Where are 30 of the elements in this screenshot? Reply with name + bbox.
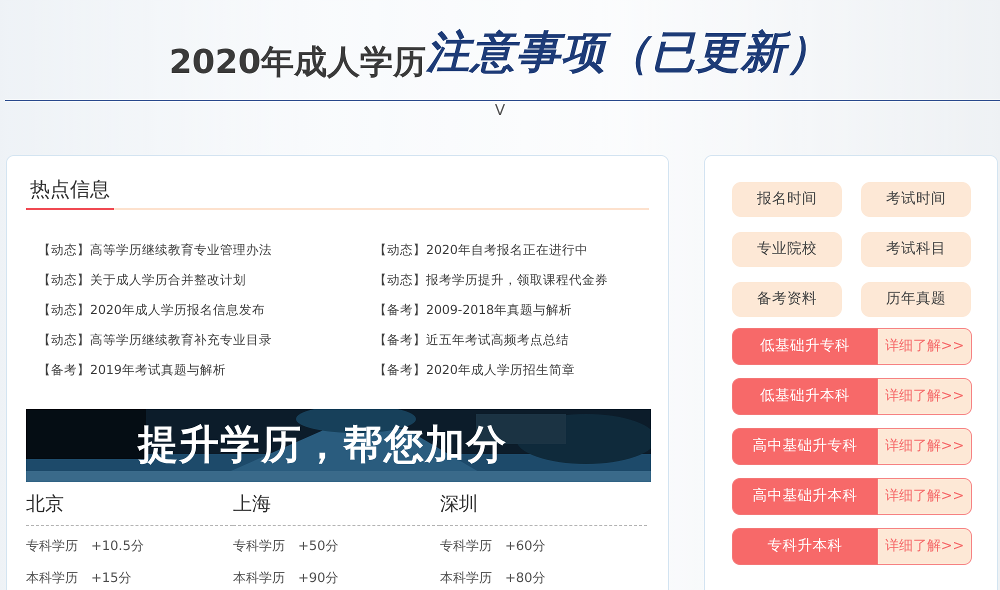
expand-toggle[interactable]: V [0,103,1000,118]
news-link[interactable]: 【动态】关于成人学历合并整改计划 [38,272,246,287]
city-name: 深圳 [440,490,647,526]
banner-headline: 提升学历，帮您加分 [138,421,507,469]
score-bonus-text: 本科学历 +80分 [440,570,546,588]
news-link[interactable]: 【备考】2009-2018年真题与解析 [374,302,572,317]
page-title: 2020年成人学历 [169,40,426,82]
news-link[interactable]: 【动态】高等学历继续教育专业管理办法 [38,242,272,257]
page-title-highlight: 注意事项（已更新） [426,26,831,80]
score-bonus-text: 本科学历 +15分 [26,570,132,588]
quick-link-button[interactable]: 备考资料 [732,282,842,317]
quick-link-button[interactable]: 考试科目 [861,232,971,267]
city-name: 上海 [233,490,440,526]
quick-link-button[interactable]: 历年真题 [861,282,971,317]
news-link[interactable]: 【备考】2019年考试真题与解析 [38,362,226,377]
news-link[interactable]: 【动态】2020年成人学历报名信息发布 [38,302,265,317]
quick-link-button[interactable]: 考试时间 [861,182,971,217]
city-name: 北京 [26,490,233,526]
score-bonus-text: 本科学历 +90分 [233,570,340,588]
news-link[interactable]: 【动态】2020年自考报名正在进行中 [374,242,588,257]
quick-link-button[interactable]: 报名时间 [732,182,842,217]
score-bonus-text: 专科学历 +10.5分 [26,538,145,556]
news-link[interactable]: 【动态】高等学历继续教育补充专业目录 [38,332,272,347]
score-bonus-text: 专科学历 +50分 [233,538,340,556]
news-link[interactable]: 【动态】报考学历提升，领取课程代金券 [374,272,608,287]
news-link[interactable]: 【备考】2020年成人学历招生简章 [374,362,575,377]
quick-link-button[interactable]: 专业院校 [732,232,842,267]
score-bonus-text: 专科学历 +60分 [440,538,546,556]
section-heading: 热点信息 [26,174,114,210]
news-link[interactable]: 【备考】近五年考试高频考点总结 [374,332,569,347]
